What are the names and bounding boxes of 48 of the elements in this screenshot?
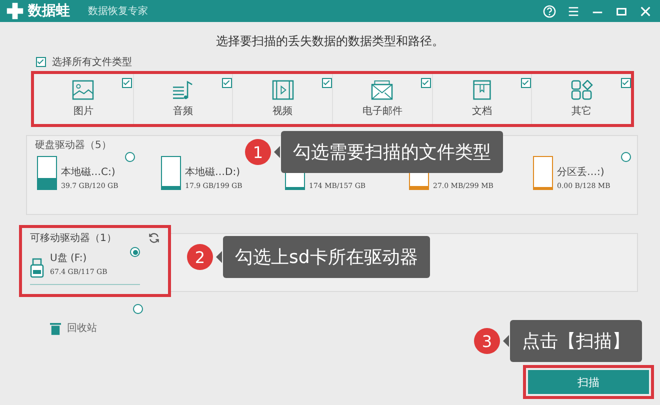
menu-icon[interactable]: [567, 4, 580, 18]
drive-name: U盘 (F:): [50, 252, 88, 265]
checkbox[interactable]: [222, 78, 232, 88]
category-label[interactable]: 音频: [173, 104, 193, 118]
help-icon[interactable]: [543, 4, 556, 18]
drive-name: 本地磁…C:): [61, 166, 116, 179]
drive-name: 分区丢…:): [557, 166, 606, 179]
category-label[interactable]: 视频: [272, 104, 293, 118]
document-icon: [471, 80, 494, 100]
callout-text: 点击【扫描】: [522, 331, 630, 352]
radio-button[interactable]: [621, 152, 631, 162]
envelope-icon: [371, 80, 394, 100]
music-note-icon: [172, 80, 194, 100]
panel-title: 硬盘驱动器（5）: [35, 139, 112, 152]
panel-title: 可移动驱动器（1）: [30, 232, 116, 245]
trash-icon[interactable]: [50, 322, 61, 334]
cross-logo-icon: [6, 2, 24, 20]
heading: 选择要扫描的丢失数据的数据类型和路径。: [215, 33, 445, 50]
category-label[interactable]: 其它: [572, 104, 592, 118]
checkbox[interactable]: [521, 78, 532, 88]
checkbox[interactable]: [322, 78, 332, 88]
image-icon: [72, 80, 94, 100]
recycle-bin-label: 回收站: [67, 322, 97, 335]
film-icon: [272, 80, 294, 100]
radio-button[interactable]: [130, 247, 140, 257]
category-label[interactable]: 电子邮件: [362, 104, 402, 118]
callout-text: 勾选上sd卡所在驱动器: [235, 247, 418, 268]
drive-icon[interactable]: [37, 156, 57, 190]
refresh-icon[interactable]: [148, 232, 160, 244]
app-logo: 数据蛙: [28, 2, 70, 20]
callout-text: 勾选需要扫描的文件类型: [293, 142, 491, 163]
radio-button[interactable]: [125, 152, 135, 162]
step-number-badge: 3: [474, 328, 500, 354]
category-label[interactable]: 图片: [73, 104, 94, 118]
checkbox[interactable]: [620, 78, 631, 88]
drive-name: 本地磁…D:): [185, 166, 241, 179]
app-subtitle: 数据恢复专家: [88, 4, 148, 18]
checkbox[interactable]: [122, 78, 132, 88]
checkbox[interactable]: [421, 78, 432, 88]
category-label[interactable]: 文档: [472, 104, 492, 118]
drive-icon[interactable]: [161, 156, 181, 190]
close-icon[interactable]: [639, 4, 652, 18]
usb-drive-icon[interactable]: [30, 258, 44, 278]
select-all-label: 选择所有文件类型: [52, 56, 132, 69]
radio-button[interactable]: [133, 304, 143, 314]
shapes-icon: [570, 80, 593, 100]
checkbox[interactable]: [36, 57, 46, 67]
scan-button[interactable]: 扫描: [528, 370, 649, 394]
